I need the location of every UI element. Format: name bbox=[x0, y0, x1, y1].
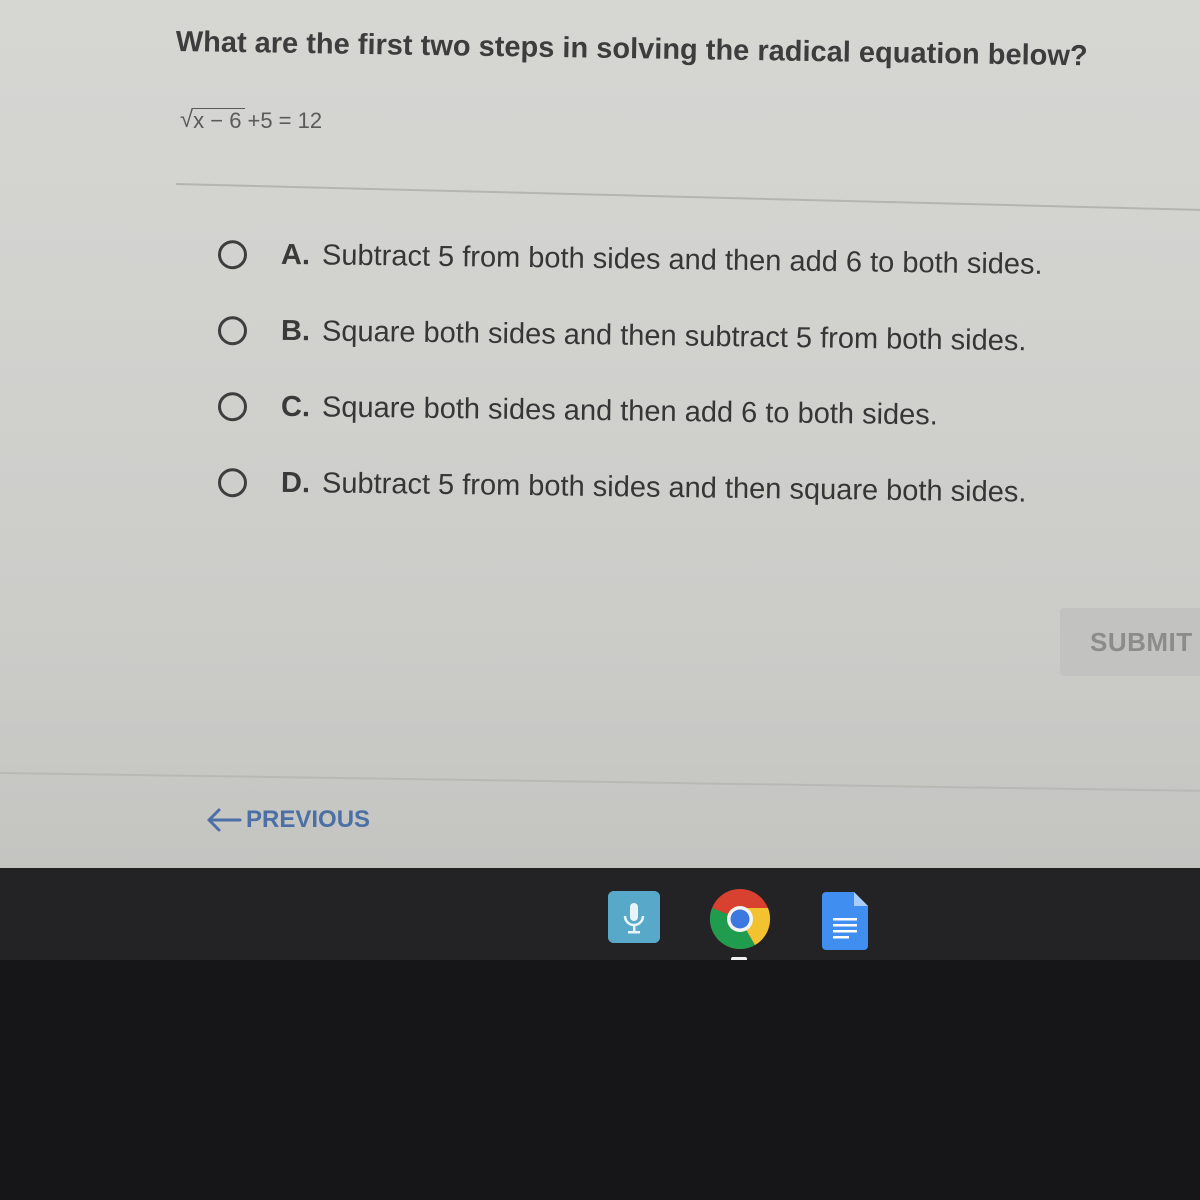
chrome-icon[interactable] bbox=[709, 888, 771, 950]
option-letter: A. bbox=[280, 238, 311, 272]
option-letter: D. bbox=[280, 466, 311, 500]
os-shelf bbox=[0, 868, 1200, 960]
equation-rest: +5 = 12 bbox=[247, 108, 323, 133]
option-text: Subtract 5 from both sides and then squa… bbox=[321, 467, 1027, 509]
radical-equation: √ x − 6 +5 = 12 bbox=[180, 108, 322, 132]
option-text: Subtract 5 from both sides and then add … bbox=[321, 239, 1043, 281]
equation-radicand: x − 6 bbox=[193, 108, 246, 132]
option-text: Square both sides and then subtract 5 fr… bbox=[321, 315, 1027, 358]
radio-button-a[interactable] bbox=[217, 240, 248, 270]
laptop-bezel bbox=[0, 960, 1200, 1200]
previous-button[interactable]: PREVIOUS bbox=[204, 806, 370, 834]
option-text: Square both sides and then add 6 to both… bbox=[321, 391, 939, 432]
submit-button[interactable]: SUBMIT bbox=[1060, 608, 1200, 676]
option-a[interactable]: A. Subtract 5 from both sides and then a… bbox=[217, 238, 1043, 282]
option-letter: B. bbox=[280, 314, 311, 348]
option-d[interactable]: D. Subtract 5 from both sides and then s… bbox=[217, 466, 1027, 510]
question-prompt: What are the first two steps in solving … bbox=[175, 26, 1088, 73]
radio-button-b[interactable] bbox=[217, 316, 248, 346]
docs-icon[interactable] bbox=[822, 892, 868, 950]
quiz-page: What are the first two steps in solving … bbox=[0, 0, 1200, 868]
option-b[interactable]: B. Square both sides and then subtract 5… bbox=[217, 314, 1027, 358]
footer-divider bbox=[0, 772, 1200, 792]
document-icon bbox=[822, 892, 868, 950]
square-root-symbol: √ bbox=[180, 106, 194, 133]
question-divider bbox=[175, 183, 1200, 212]
option-letter: C. bbox=[280, 390, 311, 424]
chrome-logo-icon bbox=[709, 889, 771, 950]
microphone-app-icon[interactable] bbox=[608, 891, 660, 943]
microphone-icon bbox=[608, 891, 660, 943]
radio-button-c[interactable] bbox=[217, 392, 248, 422]
option-c[interactable]: C. Square both sides and then add 6 to b… bbox=[217, 390, 939, 432]
radio-button-d[interactable] bbox=[217, 468, 248, 498]
previous-label: PREVIOUS bbox=[246, 806, 371, 833]
arrow-left-icon bbox=[207, 808, 242, 832]
